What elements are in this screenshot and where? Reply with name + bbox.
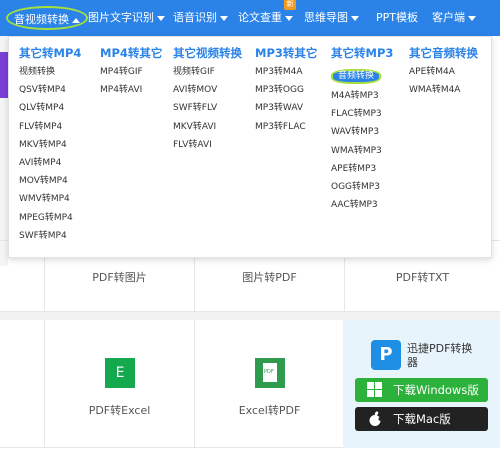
menu-link[interactable]: MP3转WAV: [255, 99, 317, 117]
menu-link[interactable]: APE转M4A: [409, 63, 478, 81]
nav-item-speech[interactable]: 语音识别: [173, 0, 228, 36]
menu-link[interactable]: MP3转FLAC: [255, 118, 317, 136]
dropdown-column: MP4转其它 MP4转GIF MP4转AVI: [100, 45, 162, 99]
menu-link[interactable]: FLAC转MP3: [331, 105, 393, 123]
tool-label: 图片转PDF: [242, 271, 297, 284]
section-divider: [0, 312, 500, 320]
menu-link[interactable]: QLV转MP4: [19, 99, 81, 117]
nav-item-av-convert[interactable]: 音视频转换: [6, 6, 88, 30]
column-heading: 其它音频转换: [409, 46, 478, 60]
menu-link[interactable]: MKV转MP4: [19, 136, 81, 154]
caret-down-icon: [351, 15, 359, 21]
menu-link[interactable]: MP4转AVI: [100, 81, 162, 99]
menu-link[interactable]: SWF转FLV: [173, 99, 242, 117]
nav-item-image-ocr[interactable]: 图片文字识别: [88, 0, 165, 36]
pdf-icon-text: PDF: [264, 369, 274, 375]
menu-link[interactable]: SWF转MP4: [19, 227, 81, 245]
nav-label: 语音识别: [173, 11, 217, 24]
menu-link[interactable]: WMA转MP3: [331, 142, 393, 160]
menu-link[interactable]: AVI转MP4: [19, 154, 81, 172]
windows-icon: [367, 382, 383, 398]
nav-label: 音视频转换: [14, 13, 69, 26]
apple-icon: [367, 411, 383, 427]
tool-card-pdf-to-excel[interactable]: E PDF转Excel: [44, 320, 194, 448]
excel-icon: E: [105, 358, 135, 388]
caret-down-icon: [157, 15, 165, 21]
caret-down-icon: [220, 15, 228, 21]
dropdown-column: 其它转MP3 音频转换 M4A转MP3 FLAC转MP3 WAV转MP3 WMA…: [331, 45, 393, 214]
download-windows-button[interactable]: 下载Windows版: [355, 378, 488, 402]
menu-link[interactable]: MKV转AVI: [173, 118, 242, 136]
nav-label: 图片文字识别: [88, 11, 154, 24]
left-banner-edge: [0, 52, 8, 98]
menu-link[interactable]: MP3转M4A: [255, 63, 317, 81]
document-shape: PDF: [263, 363, 277, 382]
app-download-panel: P 迅捷PDF转换器 下载Windows版 下载Mac版: [343, 320, 500, 448]
menu-link[interactable]: 视频转GIF: [173, 63, 242, 81]
menu-link[interactable]: MOV转MP4: [19, 172, 81, 190]
app-title: 迅捷PDF转换器: [407, 342, 473, 369]
menu-link[interactable]: M4A转MP3: [331, 87, 393, 105]
column-heading: 其它转MP3: [331, 46, 394, 60]
tool-label: Excel转PDF: [238, 404, 301, 417]
column-heading: 其它视频转换: [173, 46, 242, 60]
menu-link[interactable]: MP4转GIF: [100, 63, 162, 81]
download-mac-button[interactable]: 下载Mac版: [355, 407, 488, 431]
menu-link[interactable]: APE转MP3: [331, 160, 393, 178]
caret-down-icon: [285, 15, 293, 21]
nav-item-plagiarism[interactable]: 论文查重 新: [238, 0, 296, 36]
column-heading: MP4转其它: [100, 46, 163, 60]
nav-item-ppt[interactable]: PPT模板: [376, 0, 418, 36]
menu-link[interactable]: FLV转MP4: [19, 118, 81, 136]
tool-label: PDF转图片: [92, 271, 147, 284]
column-heading: MP3转其它: [255, 46, 318, 60]
nav-label: 客户端: [432, 11, 465, 24]
caret-up-icon: [72, 17, 80, 23]
caret-down-icon: [468, 15, 476, 21]
column-heading: 其它转MP4: [19, 46, 82, 60]
menu-link[interactable]: WAV转MP3: [331, 123, 393, 141]
menu-link[interactable]: AAC转MP3: [331, 196, 393, 214]
nav-label: 思维导图: [304, 11, 348, 24]
menu-link-audio-convert-highlighted[interactable]: 音频转换: [331, 69, 382, 84]
nav-label: 论文查重: [238, 11, 282, 24]
button-label: 下载Windows版: [393, 383, 479, 397]
tool-label: PDF转TXT: [395, 271, 450, 284]
menu-link[interactable]: WMV转MP4: [19, 190, 81, 208]
menu-link[interactable]: QSV转MP4: [19, 81, 81, 99]
av-dropdown-menu: 其它转MP4 视频转换 QSV转MP4 QLV转MP4 FLV转MP4 MKV转…: [8, 36, 492, 258]
nav-item-mindmap[interactable]: 思维导图: [304, 0, 359, 36]
menu-link[interactable]: MPEG转MP4: [19, 209, 81, 227]
dropdown-column: 其它视频转换 视频转GIF AVI转MOV SWF转FLV MKV转AVI FL…: [173, 45, 242, 154]
top-nav: 音视频转换 图片文字识别 语音识别 论文查重 新 思维导图 PPT模板 客户端: [0, 0, 500, 36]
nav-label: PPT模板: [376, 11, 418, 24]
button-label: 下载Mac版: [393, 412, 451, 426]
tool-label: PDF转Excel: [88, 404, 151, 417]
app-logo-icon: P: [371, 340, 401, 370]
menu-link[interactable]: MP3转OGG: [255, 81, 317, 99]
menu-link[interactable]: 视频转换: [19, 63, 81, 81]
pdf-file-icon: PDF: [255, 358, 285, 388]
menu-link[interactable]: FLV转AVI: [173, 136, 242, 154]
menu-link[interactable]: WMA转M4A: [409, 81, 478, 99]
nav-item-client[interactable]: 客户端: [432, 0, 476, 36]
new-badge: 新: [284, 0, 296, 10]
menu-link[interactable]: AVI转MOV: [173, 81, 242, 99]
menu-link[interactable]: OGG转MP3: [331, 178, 393, 196]
dropdown-column: MP3转其它 MP3转M4A MP3转OGG MP3转WAV MP3转FLAC: [255, 45, 317, 136]
dropdown-column: 其它转MP4 视频转换 QSV转MP4 QLV转MP4 FLV转MP4 MKV转…: [19, 45, 81, 245]
tool-card-excel-to-pdf[interactable]: PDF Excel转PDF: [194, 320, 344, 448]
dropdown-column: 其它音频转换 APE转M4A WMA转M4A: [409, 45, 478, 99]
